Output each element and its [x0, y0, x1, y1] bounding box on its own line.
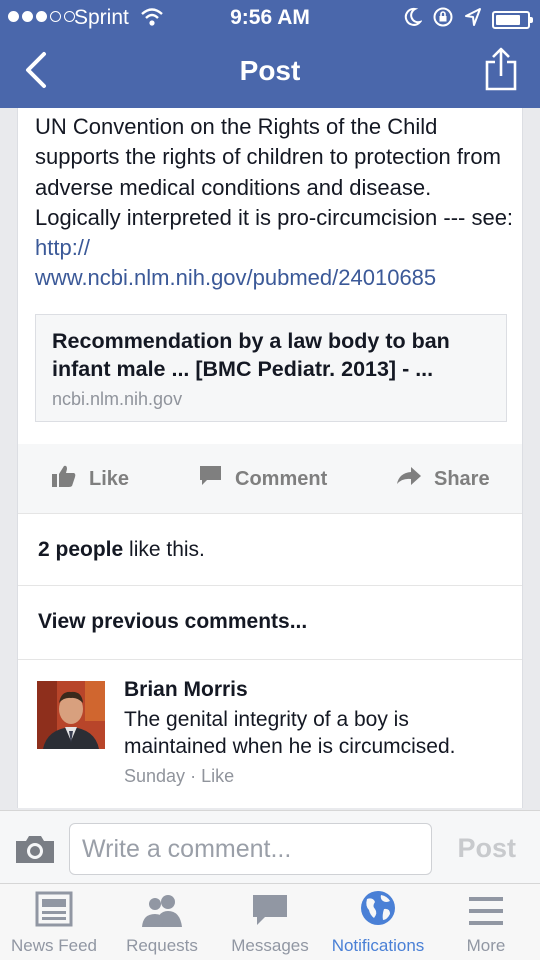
comment-input[interactable]: [69, 823, 432, 875]
thumbs-up-icon: [51, 464, 77, 494]
status-bar: Sprint 9:56 AM: [0, 0, 540, 36]
post-link[interactable]: http:// www.ncbi.nlm.nih.gov/pubmed/2401…: [35, 235, 436, 290]
post-body: UN Convention on the Rights of the Child…: [35, 112, 515, 294]
like-button[interactable]: Like: [51, 444, 129, 514]
globe-icon: [359, 889, 397, 932]
comment-text: The genital integrity of a boy is mainta…: [124, 708, 456, 758]
tab-label: Notifications: [331, 936, 425, 955]
tab-label: More: [466, 936, 506, 955]
news-feed-icon: [35, 891, 73, 932]
share-button[interactable]: Share: [396, 444, 490, 514]
comment-item: Brian Morris The genital integrity of a …: [18, 660, 522, 808]
comment-meta: Sunday · Like: [124, 766, 234, 787]
likes-summary[interactable]: 2 people like this.: [18, 514, 522, 586]
messages-icon: [251, 893, 289, 932]
comment-button[interactable]: Comment: [199, 444, 327, 514]
likes-count[interactable]: 2 people: [38, 538, 123, 561]
tab-notifications[interactable]: Notifications: [324, 884, 432, 960]
link-preview-domain: ncbi.nlm.nih.gov: [52, 389, 183, 409]
tab-news-feed[interactable]: News Feed: [0, 884, 108, 960]
comment-label: Comment: [235, 467, 328, 490]
requests-icon: [140, 893, 184, 932]
comment-like-link[interactable]: Like: [201, 766, 234, 786]
tab-bar: News Feed Requests Messages Notification…: [0, 884, 540, 960]
nav-bar: Post: [0, 36, 540, 108]
moon-icon: [404, 7, 423, 33]
rotation-lock-icon: [432, 6, 454, 34]
comment-author[interactable]: Brian Morris: [124, 678, 248, 702]
link-preview-title: Recommendation by a law body to ban infa…: [52, 329, 450, 381]
tab-label: News Feed: [11, 936, 97, 955]
like-label: Like: [89, 467, 130, 490]
post-actions: Like Comment Share: [18, 444, 522, 514]
tab-messages[interactable]: Messages: [216, 884, 324, 960]
comment-composer: Post: [0, 810, 540, 884]
view-previous-comments[interactable]: View previous comments...: [18, 586, 522, 660]
tab-requests[interactable]: Requests: [108, 884, 216, 960]
avatar[interactable]: [37, 681, 105, 749]
location-icon: [464, 7, 482, 33]
share-icon[interactable]: [484, 46, 518, 97]
tab-label: Messages: [231, 936, 309, 955]
share-label: Share: [434, 467, 490, 490]
meta-separator: ·: [185, 766, 202, 786]
comment-icon: [199, 465, 223, 493]
top-header: Sprint 9:56 AM Post: [0, 0, 540, 108]
tab-label: Requests: [126, 936, 198, 955]
post-card: UN Convention on the Rights of the Child…: [17, 108, 523, 808]
comment-time: Sunday: [124, 766, 186, 786]
share-arrow-icon: [396, 466, 422, 492]
tab-more[interactable]: More: [432, 884, 540, 960]
post-text: UN Convention on the Rights of the Child…: [35, 114, 514, 230]
likes-suffix: like this.: [123, 538, 205, 561]
link-preview-card[interactable]: Recommendation by a law body to ban infa…: [35, 314, 507, 422]
page-title: Post: [239, 55, 301, 86]
post-comment-button[interactable]: Post: [457, 833, 516, 864]
battery-icon: [492, 11, 533, 29]
menu-icon: [467, 895, 505, 932]
camera-icon[interactable]: [13, 833, 57, 870]
